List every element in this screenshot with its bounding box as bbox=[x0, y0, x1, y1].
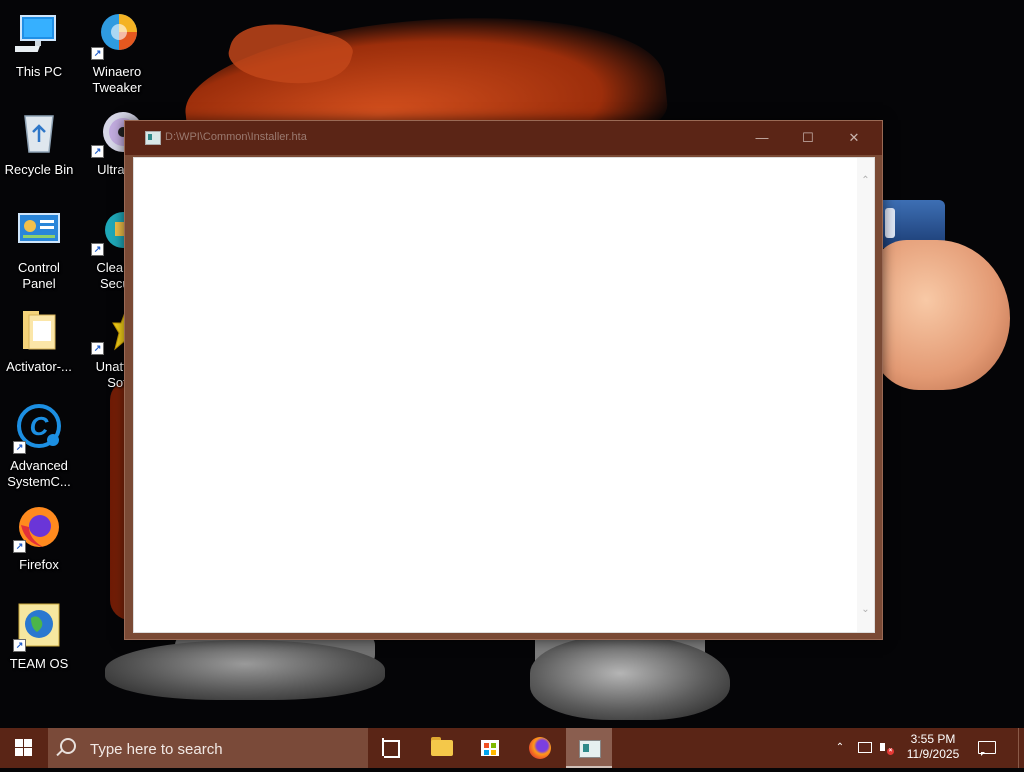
search-icon bbox=[60, 738, 76, 754]
windows-logo-icon bbox=[15, 739, 33, 757]
desktop-icon-label: Advanced SystemC... bbox=[7, 458, 71, 489]
folder-icon bbox=[431, 740, 453, 756]
desktop-icon-winaero-tweaker[interactable]: ↗ Winaero Tweaker bbox=[78, 10, 156, 96]
desktop-icon-label: Firefox bbox=[19, 557, 59, 572]
vertical-scrollbar[interactable]: ⌃ ⌄ bbox=[857, 158, 874, 632]
desktop-icon-label: This PC bbox=[15, 64, 63, 79]
desktop-icon-activator[interactable]: Activator-... bbox=[0, 305, 78, 375]
shortcut-arrow-icon: ↗ bbox=[91, 47, 104, 60]
shortcut-arrow-icon: ↗ bbox=[91, 342, 104, 355]
desktop-icon-label: Winaero Tweaker bbox=[92, 64, 142, 95]
recycle-bin-icon bbox=[24, 115, 54, 153]
shortcut-arrow-icon: ↗ bbox=[13, 441, 26, 454]
desktop-icon-label: Recycle Bin bbox=[4, 162, 74, 177]
clock-date: 11/9/2025 bbox=[906, 747, 960, 761]
shortcut-arrow-icon: ↗ bbox=[91, 243, 104, 256]
control-panel-icon bbox=[18, 213, 60, 243]
search-input[interactable] bbox=[88, 738, 362, 760]
scroll-up-icon[interactable]: ⌃ bbox=[857, 172, 874, 189]
computer-icon bbox=[11, 15, 56, 52]
desktop-icon-label: TEAM OS bbox=[9, 656, 69, 671]
taskbar-firefox[interactable] bbox=[516, 728, 564, 768]
start-button[interactable] bbox=[0, 728, 48, 768]
scroll-down-icon[interactable]: ⌄ bbox=[857, 601, 874, 618]
desktop-icon-label: Control Panel bbox=[18, 260, 60, 291]
wallpaper-face-shape bbox=[870, 240, 1010, 390]
desktop-icon-advanced-systemcare[interactable]: C ↗ Advanced SystemC... bbox=[0, 404, 78, 490]
minimize-button[interactable]: — bbox=[739, 121, 785, 155]
folder-icon bbox=[23, 311, 56, 350]
close-button[interactable]: ✕ bbox=[831, 121, 877, 155]
window-titlebar[interactable]: D:\WPI\Common\Installer.hta — ☐ ✕ bbox=[125, 121, 882, 155]
taskbar-file-explorer[interactable] bbox=[417, 728, 465, 768]
clock-time: 3:55 PM bbox=[910, 732, 956, 746]
taskbar-microsoft-store[interactable] bbox=[466, 728, 514, 768]
show-desktop-button[interactable] bbox=[1018, 728, 1024, 768]
task-view-button[interactable] bbox=[368, 728, 416, 768]
tray-overflow-chevron-icon[interactable]: ⌃ bbox=[832, 728, 848, 768]
taskbar: ⌃ × 3:55 PM 11/9/2025 bbox=[0, 728, 1024, 768]
wallpaper-shoe-shape bbox=[105, 640, 385, 700]
taskbar-search-box[interactable] bbox=[48, 728, 368, 768]
store-icon bbox=[481, 740, 499, 756]
app-icon bbox=[579, 740, 601, 758]
window-content-area[interactable]: ⌃ ⌄ bbox=[133, 157, 875, 633]
network-icon[interactable] bbox=[856, 728, 874, 768]
app-icon bbox=[145, 131, 161, 145]
desktop-icon-this-pc[interactable]: This PC bbox=[0, 10, 78, 80]
shortcut-arrow-icon: ↗ bbox=[13, 540, 26, 553]
taskbar-installer-hta[interactable] bbox=[566, 728, 612, 768]
desktop-icon-label: Activator-... bbox=[6, 359, 72, 374]
shortcut-arrow-icon: ↗ bbox=[91, 145, 104, 158]
window-title: D:\WPI\Common\Installer.hta bbox=[165, 131, 307, 143]
svg-text:C: C bbox=[30, 411, 50, 441]
desktop-icon-recycle-bin[interactable]: Recycle Bin bbox=[0, 108, 78, 178]
desktop-icon-control-panel[interactable]: Control Panel bbox=[0, 206, 78, 292]
notification-center-icon[interactable] bbox=[970, 728, 1010, 768]
installer-window: D:\WPI\Common\Installer.hta — ☐ ✕ ⌃ ⌄ bbox=[124, 120, 883, 640]
desktop-icon-firefox[interactable]: ↗ Firefox bbox=[0, 503, 78, 573]
volume-muted-icon[interactable]: × bbox=[878, 728, 896, 768]
shortcut-arrow-icon: ↗ bbox=[13, 639, 26, 652]
desktop-icon-team-os[interactable]: ↗ TEAM OS bbox=[0, 602, 78, 672]
maximize-button[interactable]: ☐ bbox=[785, 121, 831, 155]
firefox-icon bbox=[529, 737, 551, 759]
system-clock[interactable]: 3:55 PM 11/9/2025 bbox=[900, 728, 966, 772]
